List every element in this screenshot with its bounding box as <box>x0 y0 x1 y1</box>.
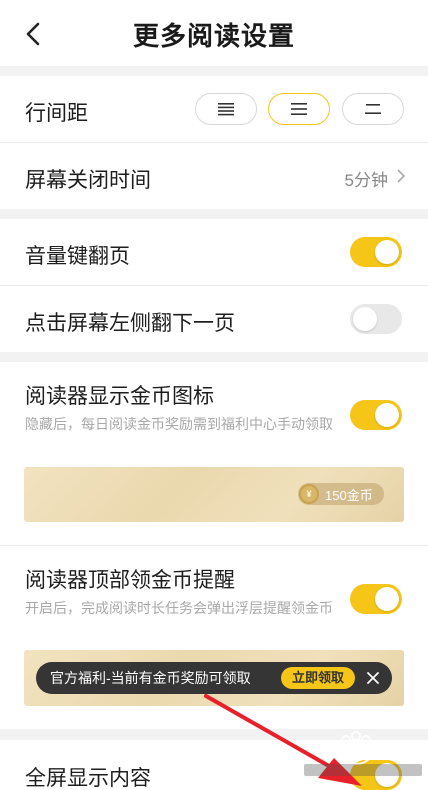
top-reminder-label: 阅读器顶部领金币提醒 <box>25 569 235 592</box>
screen-off-row[interactable]: 屏幕关闭时间 5分钟 <box>0 143 428 209</box>
four-lines-icon <box>218 103 234 116</box>
three-lines-icon <box>291 103 307 115</box>
screen-off-label: 屏幕关闭时间 <box>25 169 151 192</box>
close-icon[interactable] <box>366 671 380 685</box>
top-reminder-row: 阅读器顶部领金币提醒 开启后，完成阅读时长任务会弹出浮层提醒领金币 官方福利-当… <box>0 546 428 729</box>
fullscreen-label: 全屏显示内容 <box>25 767 151 790</box>
volume-key-row: 音量键翻页 <box>0 219 428 285</box>
coin-icon-row: 阅读器显示金币图标 隐藏后，每日阅读金币奖励需到福利中心手动领取 ¥ 150金币 <box>0 362 428 545</box>
chevron-right-icon <box>397 169 406 183</box>
reward-banner: 官方福利-当前有金币奖励可领取 立即领取 <box>36 662 392 694</box>
page-title: 更多阅读设置 <box>132 22 295 52</box>
toggle-knob <box>375 587 399 611</box>
two-lines-icon <box>365 104 381 114</box>
line-spacing-row: 行间距 <box>0 76 428 142</box>
claim-now-button[interactable]: 立即领取 <box>281 667 355 689</box>
coin-icon-label: 阅读器显示金币图标 <box>25 385 214 408</box>
toggle-knob <box>375 403 399 427</box>
top-reminder-toggle[interactable] <box>350 584 402 614</box>
coin-icon-toggle[interactable] <box>350 400 402 430</box>
spacing-option-narrow[interactable] <box>342 93 404 125</box>
fullscreen-row: 全屏显示内容 <box>0 740 428 790</box>
header-bar: 更多阅读设置 <box>0 0 428 66</box>
tap-left-row: 点击屏幕左侧翻下一页 <box>0 286 428 352</box>
coin-icon: ¥ <box>299 484 319 504</box>
screen-off-value: 5分钟 <box>344 171 388 190</box>
spacing-option-wide[interactable] <box>195 93 257 125</box>
toggle-knob <box>353 307 377 331</box>
tap-left-label: 点击屏幕左侧翻下一页 <box>25 312 235 335</box>
coin-amount: 150金币 <box>325 487 373 503</box>
tap-left-toggle[interactable] <box>350 304 402 334</box>
coin-icon-desc: 隐藏后，每日阅读金币奖励需到福利中心手动领取 <box>25 416 333 432</box>
toggle-knob <box>375 240 399 264</box>
banner-text: 官方福利-当前有金币奖励可领取 <box>50 670 251 686</box>
volume-key-label: 音量键翻页 <box>25 245 130 268</box>
spacing-option-medium[interactable] <box>268 93 330 125</box>
line-spacing-label: 行间距 <box>25 102 88 125</box>
volume-key-toggle[interactable] <box>350 237 402 267</box>
top-reminder-desc: 开启后，完成阅读时长任务会弹出浮层提醒领金币 <box>25 600 333 616</box>
coin-icon-preview: ¥ 150金币 <box>24 467 404 522</box>
fullscreen-toggle[interactable] <box>350 760 402 790</box>
top-reminder-preview: 官方福利-当前有金币奖励可领取 立即领取 <box>24 650 404 706</box>
coin-pill: ¥ 150金币 <box>298 483 384 505</box>
toggle-knob <box>375 763 399 787</box>
